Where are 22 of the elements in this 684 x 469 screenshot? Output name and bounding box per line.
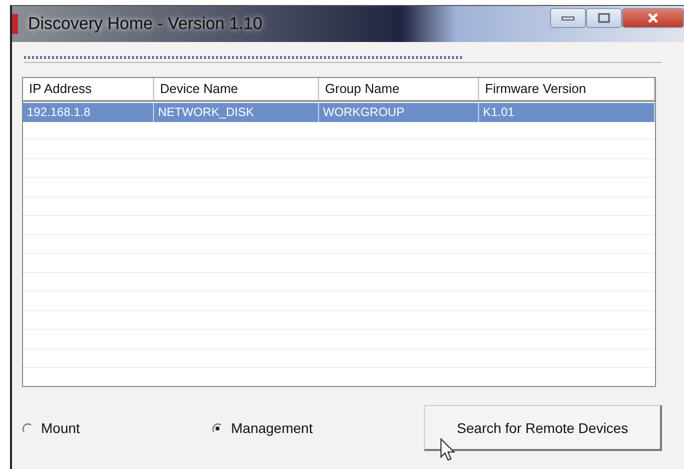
minimize-button[interactable]	[550, 8, 586, 28]
radio-option[interactable]: Management	[212, 420, 424, 436]
radio-icon[interactable]	[212, 422, 223, 434]
close-icon	[647, 12, 659, 24]
mouse-cursor-icon	[440, 438, 456, 462]
column-header[interactable]: Device Name	[154, 78, 319, 100]
window-title: Discovery Home - Version 1.10	[28, 14, 262, 34]
column-header[interactable]: IP Address	[23, 78, 154, 100]
radio-option[interactable]: Mount	[22, 420, 212, 436]
table-cell: K1.01	[479, 103, 655, 122]
table-cell: WORKGROUP	[319, 103, 479, 122]
column-header[interactable]: Firmware Version	[479, 78, 655, 100]
column-header[interactable]: Group Name	[319, 78, 479, 100]
table-cell: 192.168.1.8	[23, 103, 154, 122]
app-icon	[12, 14, 18, 34]
close-button[interactable]	[622, 8, 684, 28]
radio-icon[interactable]	[22, 422, 33, 434]
table-cell: NETWORK_DISK	[154, 103, 319, 122]
maximize-button[interactable]	[586, 8, 622, 28]
minimize-icon	[561, 15, 575, 21]
search-button[interactable]: Search for Remote Devices	[424, 405, 662, 451]
maximize-icon	[598, 13, 610, 23]
